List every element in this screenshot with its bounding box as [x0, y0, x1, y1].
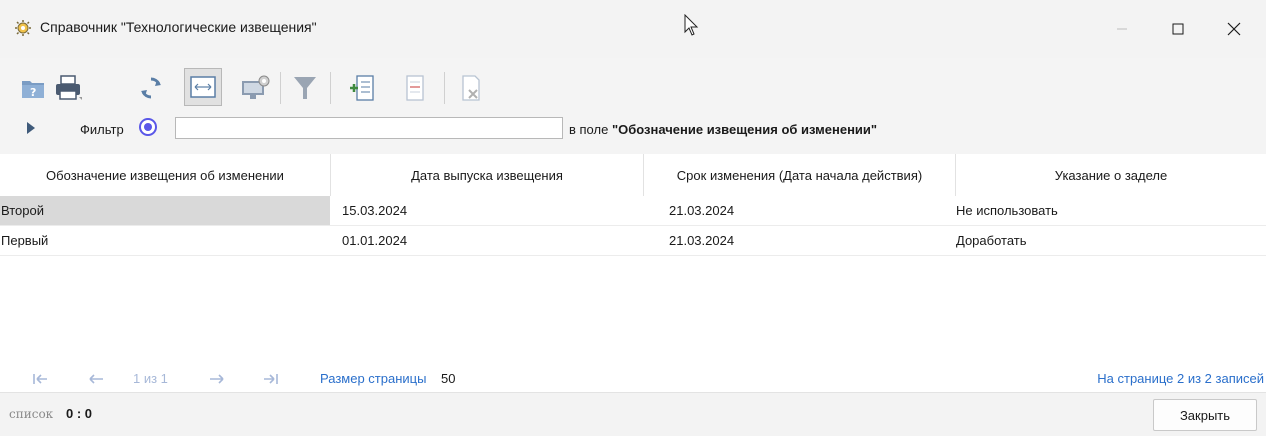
- data-grid: Обозначение извещения об изменении Дата …: [0, 154, 1266, 364]
- delete-record-icon: [462, 75, 480, 101]
- page-indicator: 1 из 1: [133, 371, 168, 386]
- cell-designation[interactable]: Второй: [0, 196, 330, 225]
- status-bar: список 0 : 0: [0, 392, 1266, 436]
- edit-record-icon: [406, 75, 424, 101]
- fit-columns-button[interactable]: [184, 68, 222, 106]
- cell-backlog[interactable]: Доработать: [956, 226, 1027, 255]
- column-header-change-date[interactable]: Срок изменения (Дата начала действия): [644, 154, 955, 196]
- add-record-button[interactable]: [344, 70, 380, 106]
- gear-icon: [15, 20, 31, 36]
- filter-icon: [294, 77, 316, 99]
- column-header-backlog[interactable]: Указание о заделе: [956, 154, 1266, 196]
- table-row[interactable]: Второй 15.03.2024 21.03.2024 Не использо…: [0, 196, 1266, 226]
- next-page-icon[interactable]: [209, 374, 225, 384]
- cell-issue-date[interactable]: 01.01.2024: [342, 226, 407, 255]
- filter-radio[interactable]: [139, 118, 157, 136]
- toolbar-separator: [330, 72, 331, 104]
- refresh-button[interactable]: [133, 70, 169, 106]
- fit-columns-icon: [190, 76, 216, 98]
- column-header-issue-date[interactable]: Дата выпуска извещения: [331, 154, 643, 196]
- mouse-cursor-icon: [684, 14, 699, 36]
- prev-page-icon[interactable]: [88, 374, 104, 384]
- toolbar-separator: [444, 72, 445, 104]
- cell-change-date[interactable]: 21.03.2024: [669, 196, 734, 225]
- records-info: На странице 2 из 2 записей: [1097, 371, 1264, 386]
- monitor-settings-icon: [242, 75, 270, 99]
- table-row[interactable]: Первый 01.01.2024 21.03.2024 Доработать: [0, 226, 1266, 256]
- close-button[interactable]: Закрыть: [1153, 399, 1257, 431]
- delete-record-button[interactable]: [452, 70, 488, 106]
- help-button[interactable]: ?: [15, 70, 51, 106]
- expand-filter-icon[interactable]: [26, 121, 36, 135]
- filter-button[interactable]: [287, 70, 323, 106]
- window-title: Справочник "Технологические извещения": [40, 19, 317, 35]
- pager: 1 из 1 Размер страницы 50 На странице 2 …: [0, 364, 1266, 392]
- page-size-value[interactable]: 50: [441, 371, 455, 386]
- cell-designation[interactable]: Первый: [0, 226, 330, 255]
- toolbar-separator: [280, 72, 281, 104]
- maximize-icon: [1172, 23, 1184, 35]
- close-window-button[interactable]: [1206, 0, 1262, 58]
- filter-field-prefix: в поле: [569, 122, 612, 137]
- help-icon: ?: [22, 81, 44, 99]
- cell-change-date[interactable]: 21.03.2024: [669, 226, 734, 255]
- cursor-counter: 0 : 0: [66, 406, 93, 421]
- svg-text:?: ?: [30, 86, 36, 99]
- filter-label: Фильтр: [80, 122, 124, 137]
- add-record-icon: [350, 75, 374, 101]
- mode-label: список: [9, 407, 54, 421]
- filter-field-name: "Обозначение извещения об изменении": [611, 122, 878, 137]
- page-size-label[interactable]: Размер страницы: [320, 371, 426, 386]
- print-icon: [56, 75, 82, 100]
- column-header-designation[interactable]: Обозначение извещения об изменении: [0, 154, 330, 196]
- minimize-button[interactable]: [1094, 0, 1150, 58]
- cell-issue-date[interactable]: 15.03.2024: [342, 196, 407, 225]
- monitor-settings-button[interactable]: [238, 70, 274, 106]
- cell-backlog[interactable]: Не использовать: [956, 196, 1058, 225]
- first-page-icon[interactable]: [33, 374, 49, 384]
- minimize-icon: [1117, 28, 1127, 30]
- print-button[interactable]: [50, 70, 86, 106]
- maximize-button[interactable]: [1150, 0, 1206, 58]
- window-titlebar: Справочник "Технологические извещения": [0, 0, 1266, 59]
- filter-input[interactable]: [175, 117, 563, 139]
- filter-field-caption: в поле "Обозначение извещения об изменен…: [569, 122, 877, 137]
- refresh-icon: [141, 77, 161, 99]
- last-page-icon[interactable]: [262, 374, 278, 384]
- edit-record-button[interactable]: [396, 70, 432, 106]
- close-icon: [1227, 22, 1241, 36]
